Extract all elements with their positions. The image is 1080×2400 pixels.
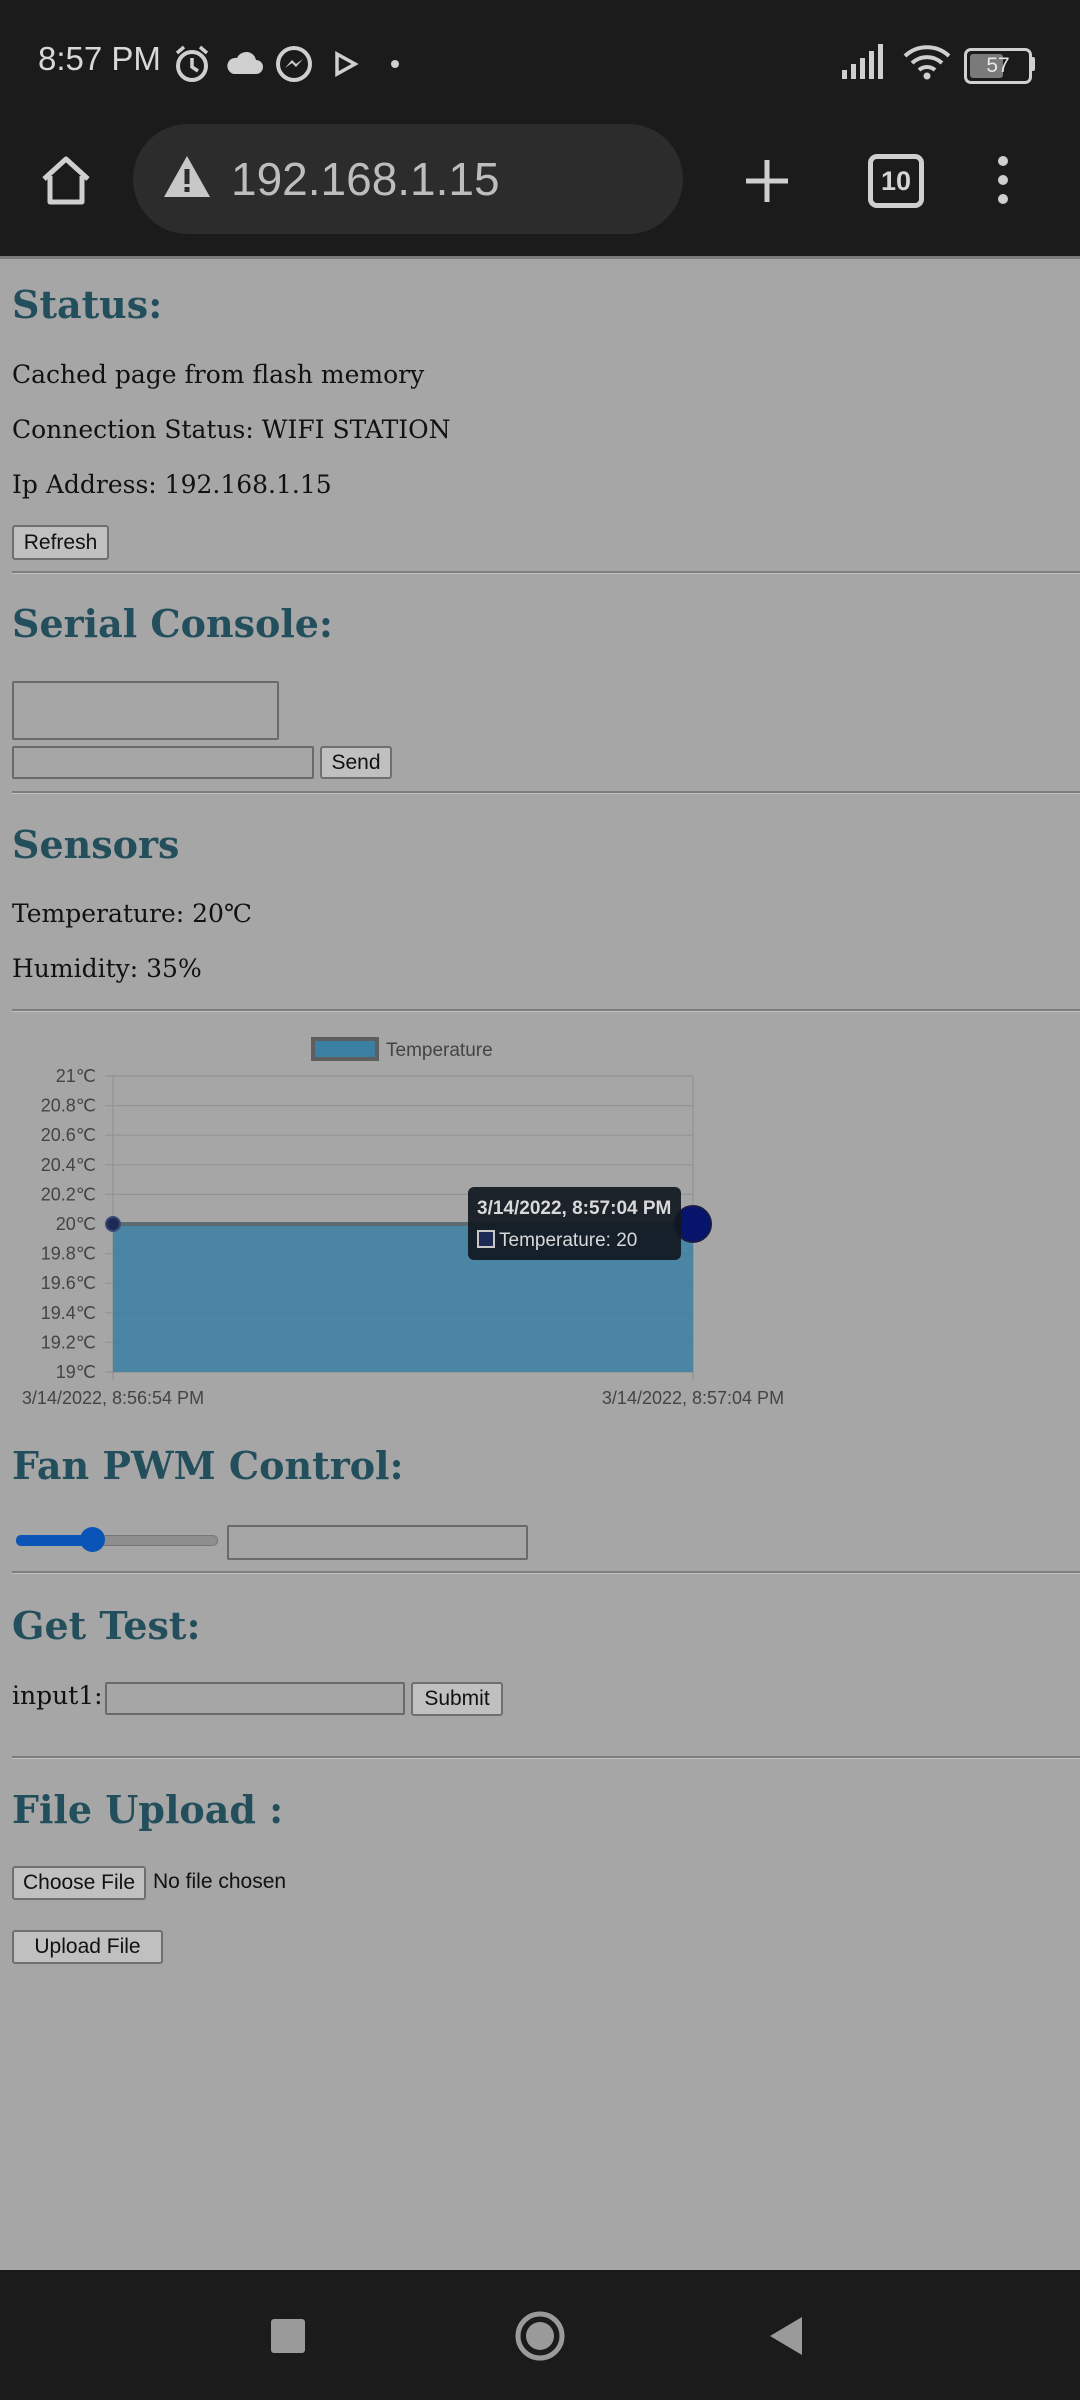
- y-tick-label: 20.2℃: [41, 1184, 96, 1204]
- wifi-icon: [903, 45, 951, 80]
- status-time: 8:57 PM: [38, 40, 161, 77]
- play-icon: [335, 51, 359, 77]
- toolbar-divider: [0, 256, 1080, 259]
- connection-status: Connection Status: WIFI STATION: [12, 415, 451, 444]
- divider: [12, 1756, 1080, 1759]
- alarm-icon: [175, 45, 209, 82]
- submit-button[interactable]: Submit: [411, 1682, 503, 1716]
- divider: [12, 1571, 1080, 1574]
- status-heading: Status:: [12, 282, 163, 327]
- navigation-bar: [0, 2270, 1080, 2400]
- battery-level: 57: [986, 54, 1010, 77]
- humidity-reading: Humidity: 35%: [12, 954, 202, 983]
- divider: [12, 571, 1080, 574]
- y-tick-label: 19.6℃: [41, 1273, 96, 1293]
- cached-text: Cached page from flash memory: [12, 360, 425, 389]
- y-tick-label: 21℃: [56, 1066, 96, 1086]
- serial-heading: Serial Console:: [12, 601, 333, 646]
- back-button[interactable]: [766, 2314, 806, 2358]
- tooltip-title: 3/14/2022, 8:57:04 PM: [477, 1198, 671, 1219]
- signal-icon: [842, 44, 883, 79]
- y-tick-label: 20.4℃: [41, 1155, 96, 1175]
- slider-thumb[interactable]: [80, 1527, 105, 1552]
- y-tick-label: 19.2℃: [41, 1332, 96, 1352]
- dot-icon: [391, 60, 399, 68]
- fan-slider[interactable]: [16, 1524, 218, 1554]
- pwm-value-input[interactable]: [227, 1525, 528, 1560]
- fan-heading: Fan PWM Control:: [12, 1443, 404, 1488]
- tooltip-body: Temperature: 20: [499, 1230, 637, 1251]
- cloud-icon: [227, 51, 263, 74]
- y-tick-label: 19.8℃: [41, 1244, 96, 1264]
- sensors-heading: Sensors: [12, 822, 180, 867]
- recents-button[interactable]: [271, 2319, 305, 2353]
- tooltip-swatch: [477, 1230, 495, 1248]
- ip-address: Ip Address: 192.168.1.15: [12, 470, 332, 499]
- serial-input[interactable]: [12, 746, 314, 779]
- temperature-reading: Temperature: 20℃: [12, 899, 252, 928]
- x-tick-label: 3/14/2022, 8:56:54 PM: [22, 1388, 204, 1408]
- home-button[interactable]: [514, 2310, 566, 2362]
- new-tab-icon[interactable]: [742, 156, 792, 206]
- temperature-chart: Temperature 21℃ 20.8℃ 20.6℃ 20.4℃ 20.2℃ 20℃ 19.…: [0, 1030, 800, 1420]
- input1-label: input1:: [12, 1681, 103, 1710]
- messenger-icon: [276, 46, 312, 82]
- battery-icon: 57: [964, 48, 1032, 84]
- legend-label: Temperature: [386, 1040, 493, 1061]
- x-tick-label: 3/14/2022, 8:57:04 PM: [602, 1388, 784, 1408]
- upload-heading: File Upload :: [12, 1787, 284, 1832]
- no-file-text: No file chosen: [153, 1870, 287, 1893]
- send-button[interactable]: Send: [320, 746, 392, 779]
- chart-svg: Temperature 21℃ 20.8℃ 20.6℃ 20.4℃ 20.2℃ 20℃ 19.…: [22, 1037, 784, 1408]
- warning-icon[interactable]: [162, 154, 212, 200]
- choose-file-button[interactable]: Choose File: [12, 1866, 146, 1900]
- home-icon[interactable]: [38, 152, 94, 208]
- y-tick-label: 20℃: [56, 1214, 96, 1234]
- divider: [12, 1009, 1080, 1012]
- refresh-button[interactable]: Refresh: [12, 525, 109, 560]
- status-bar: 8:57 PM 57: [0, 0, 1080, 128]
- y-tick-label: 20.8℃: [41, 1096, 96, 1116]
- legend-swatch: [311, 1037, 379, 1061]
- gettest-heading: Get Test:: [12, 1603, 201, 1648]
- y-tick-label: 20.6℃: [41, 1125, 96, 1145]
- serial-output-textarea[interactable]: [12, 681, 279, 740]
- divider: [12, 791, 1080, 794]
- upload-file-button[interactable]: Upload File: [12, 1930, 163, 1964]
- data-point: [105, 1216, 121, 1232]
- input1-field[interactable]: [105, 1682, 405, 1715]
- tab-switcher-button[interactable]: 10: [868, 154, 924, 208]
- url-text[interactable]: 192.168.1.15: [231, 152, 500, 206]
- y-tick-label: 19.4℃: [41, 1303, 96, 1323]
- more-menu-icon[interactable]: [988, 152, 1018, 208]
- y-tick-label: 19℃: [56, 1362, 96, 1382]
